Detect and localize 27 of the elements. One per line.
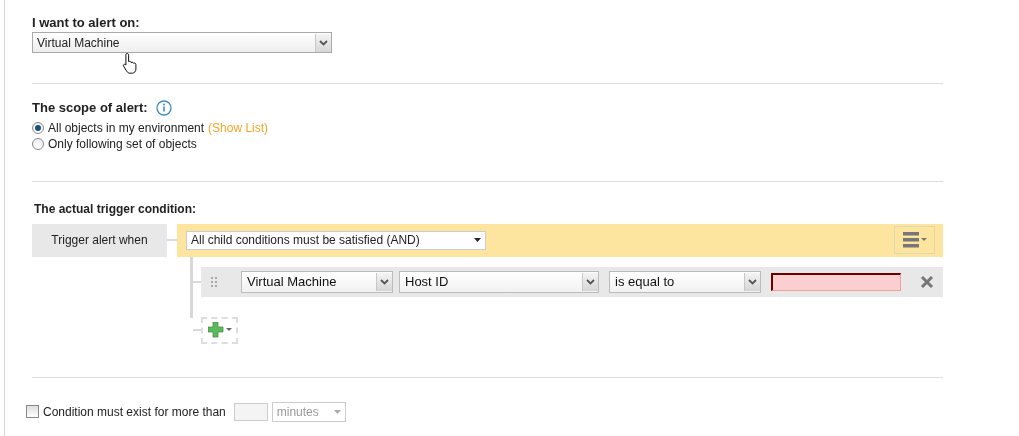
trigger-label: Trigger alert when: [32, 223, 167, 257]
close-icon[interactable]: [920, 274, 934, 289]
duration-input[interactable]: [233, 402, 268, 421]
radio-button[interactable]: [32, 137, 44, 150]
caret-icon: [333, 409, 341, 414]
radio-label: Only following set of objects: [48, 135, 197, 153]
radio-label: All objects in my environment: [48, 119, 205, 137]
section-heading: The actual trigger condition:: [33, 200, 197, 218]
drag-handle-icon[interactable]: [211, 276, 217, 287]
section-heading: The scope of alert:: [32, 99, 148, 117]
object-type-select[interactable]: Virtual Machine: [32, 32, 332, 53]
checkbox[interactable]: [26, 405, 39, 418]
pointer-cursor-icon: [122, 52, 140, 74]
checkbox-label: Condition must exist for more than: [43, 403, 226, 421]
object-select[interactable]: Virtual Machine: [241, 270, 393, 293]
radio-button[interactable]: [32, 121, 44, 134]
attribute-select[interactable]: Host ID: [399, 270, 599, 293]
caret-icon: [474, 238, 481, 242]
group-mode-select[interactable]: All child conditions must be satisfied (AND): [186, 230, 486, 250]
field-label: I want to alert on:: [32, 15, 141, 31]
operator-select[interactable]: is equal to: [609, 270, 761, 293]
info-icon[interactable]: [155, 99, 172, 116]
value-input[interactable]: [771, 272, 901, 291]
group-menu-button[interactable]: [894, 226, 935, 254]
plus-icon: [207, 322, 232, 338]
menu-icon: [902, 232, 927, 248]
add-condition-button[interactable]: [201, 316, 238, 344]
